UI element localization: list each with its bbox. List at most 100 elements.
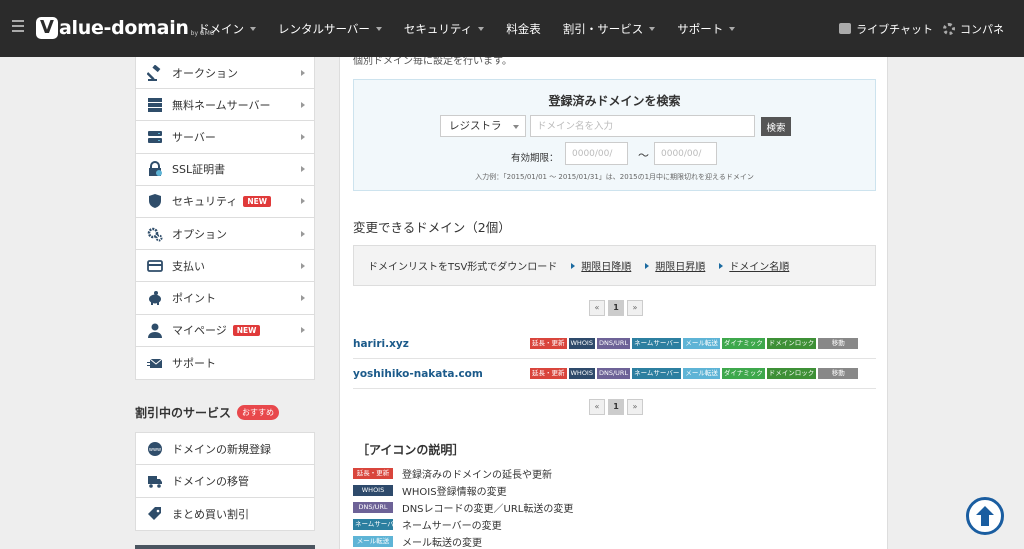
main-nav: ドメイン レンタルサーバー セキュリティ 料金表 割引・サービス サポート: [198, 0, 757, 57]
dns-url-tag[interactable]: DNS/URL: [596, 338, 631, 349]
registrar-select[interactable]: レジストラ: [440, 115, 526, 137]
discount-item-new-registration[interactable]: www ドメインの新規登録: [136, 433, 314, 466]
nav-rental-server[interactable]: レンタルサーバー: [278, 21, 382, 37]
legend-item: 延長・更新 登録済みのドメインの延長や更新: [353, 466, 552, 481]
sort-expiry-asc-link[interactable]: 期限日昇順: [645, 258, 705, 273]
mail-forward-tag[interactable]: メール転送: [683, 338, 720, 349]
chevron-right-icon: [301, 262, 305, 269]
search-button[interactable]: 検索: [761, 117, 791, 136]
chevron-right-icon: [301, 101, 305, 108]
pager-current[interactable]: 1: [608, 399, 624, 415]
sidebar-item-security[interactable]: セキュリティ NEW: [136, 186, 314, 218]
move-tag[interactable]: 移動: [818, 368, 859, 379]
chevron-down-icon: [375, 26, 382, 31]
dynamic-tag[interactable]: ダイナミック: [721, 368, 765, 379]
sidebar-bottom-banner[interactable]: [135, 545, 315, 549]
domain-lock-tag[interactable]: ドメインロック: [766, 338, 817, 349]
legend-item: WHOIS WHOIS登録情報の変更: [353, 483, 507, 498]
renew-tag[interactable]: 延長・更新: [530, 368, 567, 379]
mail-forward-tag[interactable]: メール転送: [683, 368, 720, 379]
nav-security[interactable]: セキュリティ: [404, 21, 485, 37]
domain-search-panel: 登録済みドメインを検索 レジストラ 検索 有効期限： 〜 入力例：「2015/0…: [353, 79, 876, 191]
www-icon: www: [146, 441, 163, 457]
sidebar-item-ssl[interactable]: SSL証明書: [136, 154, 314, 186]
chevron-right-icon: [301, 230, 305, 237]
domain-actions: 延長・更新 WHOIS DNS/URL ネームサーバー メール転送 ダイナミック…: [530, 338, 860, 349]
legend-item: メール転送 メール転送の変更: [353, 534, 482, 549]
nameserver-tag[interactable]: ネームサーバー: [632, 368, 682, 379]
pager-next[interactable]: »: [627, 399, 643, 415]
user-icon: [146, 322, 163, 339]
expiry-to-input[interactable]: [654, 142, 717, 165]
domain-name-input[interactable]: [530, 115, 755, 137]
discount-item-transfer[interactable]: ドメインの移管: [136, 465, 314, 498]
legend-item: ネームサーバー ネームサーバーの変更: [353, 519, 502, 532]
piggy-bank-icon: [146, 290, 163, 306]
ssl-lock-icon: [146, 161, 163, 177]
mail-icon: [146, 355, 163, 371]
sidebar-item-mypage[interactable]: マイページ NEW: [136, 315, 314, 347]
sidebar-item-support[interactable]: サポート: [136, 347, 314, 379]
chevron-down-icon: [729, 26, 736, 31]
tsv-download-bar: ドメインリストをTSV形式でダウンロード 期限日降順 期限日昇順 ドメイン名順: [353, 245, 876, 286]
whois-tag[interactable]: WHOIS: [568, 338, 595, 349]
server-stack-icon: [146, 97, 163, 113]
chevron-right-icon: [301, 133, 305, 140]
pager-next[interactable]: »: [627, 300, 643, 316]
chevron-down-icon: [250, 26, 256, 31]
new-badge: NEW: [232, 324, 261, 336]
arrow-up-icon: [976, 506, 994, 526]
domain-lock-tag[interactable]: ドメインロック: [766, 368, 817, 379]
chevron-down-icon: [649, 26, 656, 31]
legend-tag: DNS/URL: [353, 502, 393, 513]
pager-prev[interactable]: «: [589, 300, 605, 316]
discount-menu: www ドメインの新規登録 ドメインの移管 まとめ買い割引: [135, 431, 315, 532]
back-to-top-button[interactable]: [966, 497, 1004, 535]
shield-icon: [146, 193, 163, 209]
top-navbar: V alue-domain by GMO ドメイン レンタルサーバー セキュリテ…: [0, 0, 1024, 57]
nav-pricing[interactable]: 料金表: [506, 21, 541, 37]
recommended-badge: おすすめ: [237, 405, 280, 421]
sidebar-item-free-nameserver[interactable]: 無料ネームサーバー: [136, 89, 314, 122]
dns-url-tag[interactable]: DNS/URL: [596, 368, 631, 379]
site-logo[interactable]: V alue-domain by GMO: [36, 14, 214, 42]
nameserver-tag[interactable]: ネームサーバー: [632, 338, 682, 349]
header-right-links: ライブチャット コンパネ: [829, 0, 1004, 57]
live-chat-link[interactable]: ライブチャット: [839, 21, 933, 37]
chevron-right-icon: [301, 294, 305, 301]
dynamic-tag[interactable]: ダイナミック: [721, 338, 765, 349]
discount-item-bulk[interactable]: まとめ買い割引: [136, 498, 314, 531]
sidebar-item-auction[interactable]: オークション: [136, 57, 314, 90]
icon-legend-title: ［アイコンの説明］: [357, 443, 465, 457]
pager-current[interactable]: 1: [608, 300, 624, 316]
sidebar-item-point[interactable]: ポイント: [136, 282, 314, 315]
sidebar-item-option[interactable]: オプション: [136, 218, 314, 251]
chat-icon: [839, 23, 852, 34]
gear-icon: [943, 22, 955, 35]
sidebar-item-server[interactable]: サーバー: [136, 121, 314, 154]
nav-domain[interactable]: ドメイン: [198, 21, 256, 37]
sort-expiry-desc-link[interactable]: 期限日降順: [571, 258, 631, 273]
sidebar: オークション 無料ネームサーバー サーバー SSL証明書 セキュリティ NEW …: [135, 57, 315, 549]
sort-domain-name-link[interactable]: ドメイン名順: [719, 258, 789, 273]
legend-item: DNS/URL DNSレコードの変更／URL転送の変更: [353, 500, 573, 515]
nav-discount-services[interactable]: 割引・サービス: [563, 21, 656, 37]
move-tag[interactable]: 移動: [818, 338, 859, 349]
domain-link[interactable]: yoshihiko-nakata.com: [353, 368, 530, 380]
tsv-download-label: ドメインリストをTSV形式でダウンロード: [368, 262, 558, 273]
renew-tag[interactable]: 延長・更新: [530, 338, 567, 349]
legend-tag: メール転送: [353, 536, 393, 547]
search-hint: 入力例：「2015/01/01 〜 2015/01/31」は、2015の1月中に…: [475, 173, 754, 181]
editable-domains-title: 変更できるドメイン（2個）: [353, 220, 511, 235]
gavel-icon: [146, 64, 163, 81]
control-panel-link[interactable]: コンパネ: [943, 21, 1004, 37]
legend-tag: 延長・更新: [353, 468, 393, 479]
pager-prev[interactable]: «: [589, 399, 605, 415]
hamburger-menu-icon[interactable]: [12, 20, 24, 32]
server-icon: [146, 129, 163, 145]
sidebar-item-payment[interactable]: 支払い: [136, 250, 314, 283]
nav-support[interactable]: サポート: [677, 21, 736, 37]
expiry-from-input[interactable]: [565, 142, 628, 165]
whois-tag[interactable]: WHOIS: [568, 368, 595, 379]
domain-link[interactable]: hariri.xyz: [353, 338, 530, 350]
